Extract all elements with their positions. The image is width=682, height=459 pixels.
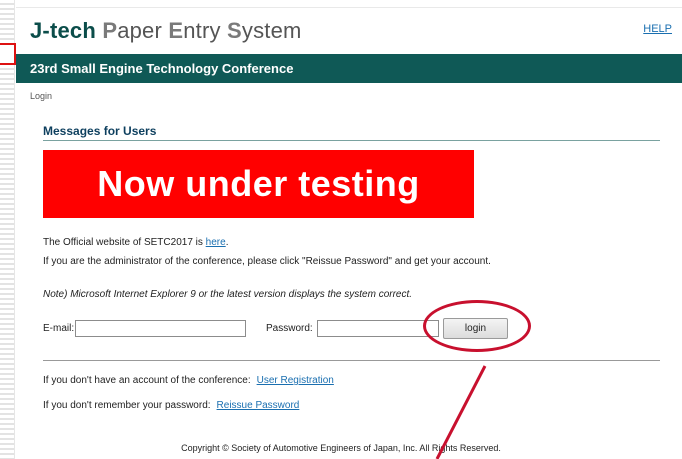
browser-note: Note) Microsoft Internet Explorer 9 or t… — [43, 289, 413, 300]
testing-notice: Now under testing — [43, 150, 474, 218]
official-site-line: The Official website of SETC2017 is here… — [43, 237, 228, 248]
official-site-prefix: The Official website of SETC2017 is — [43, 237, 206, 248]
password-label: Password: — [266, 323, 313, 334]
registration-prompt: If you don't have an account of the conf… — [43, 375, 251, 386]
logo-word-paper: aper — [117, 18, 163, 43]
messages-heading: Messages for Users — [43, 124, 157, 138]
registration-line: If you don't have an account of the conf… — [43, 375, 334, 386]
app-logo: J-tech Paper Entry System — [30, 18, 302, 44]
reissue-password-link[interactable]: Reissue Password — [217, 400, 300, 411]
testing-notice-text: Now under testing — [97, 163, 420, 204]
logo-letter-e: E — [168, 18, 184, 43]
official-site-suffix: . — [225, 237, 229, 248]
annotation-tab-marker — [0, 43, 16, 65]
logo-letter-p: P — [102, 18, 118, 43]
logo-brand: J-tech — [30, 18, 96, 43]
admin-instructions: If you are the administrator of the conf… — [43, 256, 491, 267]
email-label: E-mail: — [43, 323, 75, 334]
logo-word-system: ystem — [241, 18, 302, 43]
official-site-link[interactable]: here — [206, 237, 226, 248]
messages-divider — [43, 140, 660, 141]
left-margin-strip — [0, 0, 15, 459]
breadcrumb: Login — [30, 91, 53, 101]
login-button[interactable]: login — [443, 318, 508, 339]
footer-copyright: Copyright © Society of Automotive Engine… — [181, 443, 501, 453]
help-link[interactable]: HELP — [643, 23, 672, 35]
email-field[interactable] — [75, 320, 246, 337]
user-registration-link[interactable]: User Registration — [257, 375, 334, 386]
logo-word-entry: ntry — [183, 18, 221, 43]
password-field[interactable] — [317, 320, 439, 337]
conference-banner: 23rd Small Engine Technology Conference — [16, 54, 682, 83]
reissue-line: If you don't remember your password: Reis… — [43, 400, 299, 411]
logo-letter-s: S — [227, 18, 242, 43]
form-divider — [43, 360, 660, 361]
top-divider — [16, 7, 682, 8]
reissue-prompt: If you don't remember your password: — [43, 400, 211, 411]
